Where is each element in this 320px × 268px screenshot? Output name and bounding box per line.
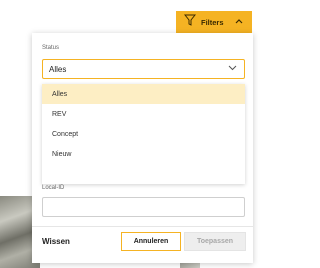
status-option-nieuw[interactable]: Nieuw	[42, 144, 245, 164]
page: Filters Status Alles Alles REV Concept N…	[0, 0, 253, 268]
filters-label: Filters	[201, 17, 224, 27]
local-id-label: Local-ID	[42, 185, 65, 191]
status-label: Status	[42, 45, 60, 51]
filters-panel: Status Alles Alles REV Concept Nieuw Loc…	[32, 33, 253, 263]
status-option-concept[interactable]: Concept	[42, 124, 245, 144]
filters-button[interactable]: Filters	[176, 11, 252, 33]
local-id-input[interactable]	[42, 197, 245, 217]
chevron-up-icon	[235, 16, 243, 26]
status-option-alles[interactable]: Alles	[42, 84, 245, 104]
status-dropdown: Alles REV Concept Nieuw	[42, 84, 245, 184]
status-selected-value: Alles	[49, 64, 67, 74]
chevron-down-icon	[228, 64, 237, 73]
status-select[interactable]: Alles	[42, 59, 245, 79]
apply-button[interactable]: Toepassen	[184, 232, 246, 251]
cancel-button[interactable]: Annuleren	[121, 232, 181, 251]
footer-divider	[32, 226, 253, 227]
filter-icon	[183, 13, 197, 31]
clear-button[interactable]: Wissen	[42, 237, 70, 246]
status-option-rev[interactable]: REV	[42, 104, 245, 124]
